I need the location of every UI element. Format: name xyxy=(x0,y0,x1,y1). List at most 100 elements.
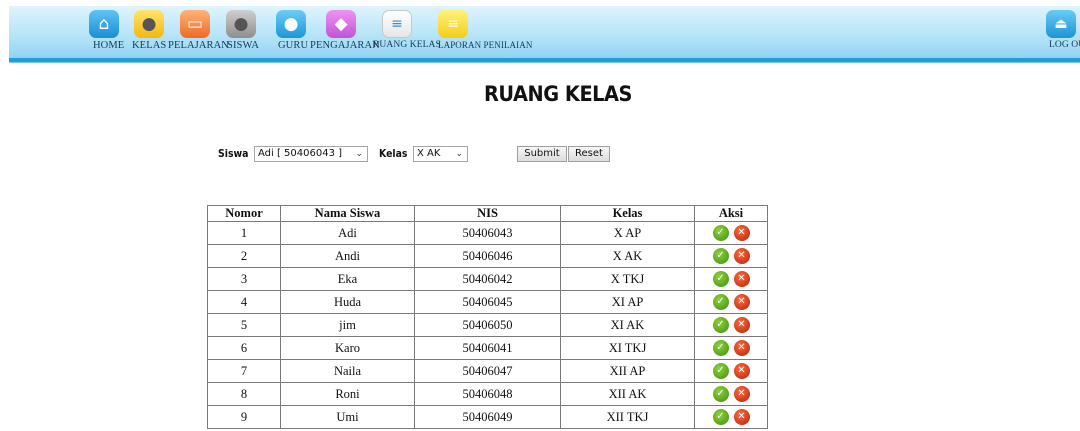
ruang-kelas-table: Nomor Nama Siswa NIS Kelas Aksi 1 Adi 50… xyxy=(207,205,768,429)
delete-x-icon[interactable]: ✕ xyxy=(733,248,750,265)
table-row: 6 Karo 50406041 XI TKJ ✓ ✕ xyxy=(207,336,768,360)
cell-nama: Huda xyxy=(280,290,415,314)
cell-aksi: ✓ ✕ xyxy=(694,267,768,291)
cell-kelas: XI AP xyxy=(560,290,695,314)
edit-check-icon[interactable]: ✓ xyxy=(712,409,729,426)
cell-nis: 50406049 xyxy=(414,405,561,429)
cell-nomor: 7 xyxy=(207,359,281,383)
table-row: 2 Andi 50406046 X AK ✓ ✕ xyxy=(207,244,768,268)
cell-nomor: 2 xyxy=(207,244,281,268)
edit-check-icon[interactable]: ✓ xyxy=(712,225,729,242)
cell-nama: Naila xyxy=(280,359,415,383)
cell-nis: 50406050 xyxy=(414,313,561,337)
cell-kelas: XII AK xyxy=(560,382,695,406)
nav-pelajaran[interactable]: PELAJARAN xyxy=(168,40,229,51)
user-icon[interactable]: ● xyxy=(134,10,164,38)
col-kelas: Kelas xyxy=(560,205,695,222)
kelas-select-value: X AK xyxy=(417,148,441,159)
page-title: RUANG KELAS xyxy=(484,82,632,106)
user-icon[interactable]: ● xyxy=(226,10,256,38)
cell-aksi: ✓ ✕ xyxy=(694,405,768,429)
delete-x-icon[interactable]: ✕ xyxy=(733,409,750,426)
delete-x-icon[interactable]: ✕ xyxy=(733,294,750,311)
cell-nama: Karo xyxy=(280,336,415,360)
delete-x-icon[interactable]: ✕ xyxy=(733,271,750,288)
cell-kelas: X TKJ xyxy=(560,267,695,291)
table-row: 1 Adi 50406043 X AP ✓ ✕ xyxy=(207,221,768,245)
siswa-select-value: Adi [ 50406043 ] xyxy=(258,148,343,159)
cell-nama: jim xyxy=(280,313,415,337)
cell-nomor: 9 xyxy=(207,405,281,429)
reset-button[interactable]: Reset xyxy=(568,146,610,162)
cell-nomor: 4 xyxy=(207,290,281,314)
cell-kelas: XII TKJ xyxy=(560,405,695,429)
cell-nomor: 3 xyxy=(207,267,281,291)
edit-check-icon[interactable]: ✓ xyxy=(712,271,729,288)
delete-x-icon[interactable]: ✕ xyxy=(733,225,750,242)
edit-check-icon[interactable]: ✓ xyxy=(712,386,729,403)
cell-aksi: ✓ ✕ xyxy=(694,359,768,383)
nav-ruang-kelas[interactable]: RUANG KELAS xyxy=(373,40,441,50)
edit-check-icon[interactable]: ✓ xyxy=(712,363,729,380)
table-row: 5 jim 50406050 XI AK ✓ ✕ xyxy=(207,313,768,337)
nav-guru[interactable]: GURU xyxy=(278,40,308,51)
table-row: 8 Roni 50406048 XII AK ✓ ✕ xyxy=(207,382,768,406)
siswa-select[interactable]: Adi [ 50406043 ] ⌄ xyxy=(254,146,368,162)
cell-kelas: XII AP xyxy=(560,359,695,383)
cell-kelas: X AK xyxy=(560,244,695,268)
col-nis: NIS xyxy=(414,205,561,222)
cell-aksi: ✓ ✕ xyxy=(694,313,768,337)
notepad-icon[interactable]: ≡ xyxy=(438,10,468,38)
cell-nis: 50406046 xyxy=(414,244,561,268)
nav-divider-thin xyxy=(9,62,1080,63)
nav-kelas[interactable]: KELAS xyxy=(132,40,166,51)
cell-nis: 50406042 xyxy=(414,267,561,291)
cell-nis: 50406045 xyxy=(414,290,561,314)
chevron-down-icon: ⌄ xyxy=(455,149,463,159)
cell-nama: Adi xyxy=(280,221,415,245)
col-aksi: Aksi xyxy=(694,205,768,222)
table-row: 4 Huda 50406045 XI AP ✓ ✕ xyxy=(207,290,768,314)
user-icon[interactable]: ● xyxy=(276,10,306,38)
delete-x-icon[interactable]: ✕ xyxy=(733,386,750,403)
siswa-label: Siswa xyxy=(218,147,249,160)
edit-check-icon[interactable]: ✓ xyxy=(712,340,729,357)
nav-logout[interactable]: LOG OUT xyxy=(1049,40,1080,50)
table-row: 7 Naila 50406047 XII AP ✓ ✕ xyxy=(207,359,768,383)
delete-x-icon[interactable]: ✕ xyxy=(733,317,750,334)
cell-aksi: ✓ ✕ xyxy=(694,290,768,314)
cell-nama: Eka xyxy=(280,267,415,291)
home-icon[interactable]: ⌂ xyxy=(89,10,119,38)
cell-nis: 50406041 xyxy=(414,336,561,360)
cell-nomor: 5 xyxy=(207,313,281,337)
cell-nomor: 1 xyxy=(207,221,281,245)
cell-aksi: ✓ ✕ xyxy=(694,221,768,245)
nav-pengajaran[interactable]: PENGAJARAN xyxy=(310,40,380,51)
col-nomor: Nomor xyxy=(207,205,281,222)
cell-nis: 50406048 xyxy=(414,382,561,406)
book-icon[interactable]: ▭ xyxy=(180,10,210,38)
cell-kelas: X AP xyxy=(560,221,695,245)
delete-x-icon[interactable]: ✕ xyxy=(733,363,750,380)
kelas-select[interactable]: X AK ⌄ xyxy=(413,146,468,162)
top-navigation-bar xyxy=(9,6,1080,60)
cell-kelas: XI AK xyxy=(560,313,695,337)
logout-icon[interactable]: ⏏ xyxy=(1046,10,1076,38)
nav-siswa[interactable]: SISWA xyxy=(227,40,259,51)
graduation-cap-icon[interactable]: ◆ xyxy=(326,10,356,38)
edit-check-icon[interactable]: ✓ xyxy=(712,294,729,311)
nav-home[interactable]: HOME xyxy=(93,40,124,51)
cell-nama: Roni xyxy=(280,382,415,406)
delete-x-icon[interactable]: ✕ xyxy=(733,340,750,357)
cell-aksi: ✓ ✕ xyxy=(694,336,768,360)
submit-button[interactable]: Submit xyxy=(517,146,567,162)
edit-check-icon[interactable]: ✓ xyxy=(712,317,729,334)
cell-nis: 50406047 xyxy=(414,359,561,383)
cell-nomor: 8 xyxy=(207,382,281,406)
nav-laporan-penilaian[interactable]: LAPORAN PENILAIAN xyxy=(438,40,532,50)
list-icon[interactable]: ≡ xyxy=(382,10,412,38)
table-row: 9 Umi 50406049 XII TKJ ✓ ✕ xyxy=(207,405,768,429)
cell-nis: 50406043 xyxy=(414,221,561,245)
edit-check-icon[interactable]: ✓ xyxy=(712,248,729,265)
cell-nama: Umi xyxy=(280,405,415,429)
